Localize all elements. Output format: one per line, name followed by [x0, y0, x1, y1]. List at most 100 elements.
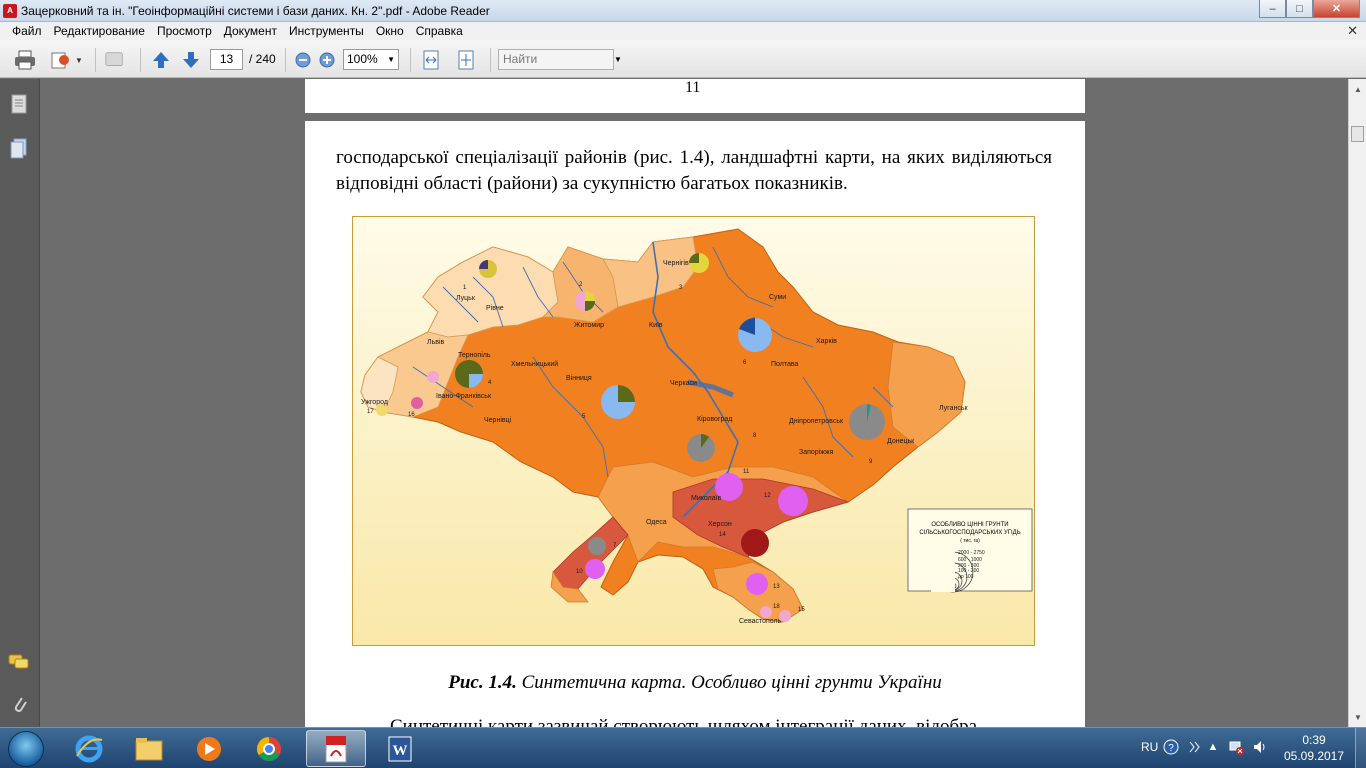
- menu-view[interactable]: Просмотр: [151, 24, 218, 38]
- body-paragraph: господарської спеціалізації районів (рис…: [336, 147, 1052, 194]
- figure-caption: Рис. 1.4. Синтетична карта. Особливо цін…: [305, 672, 1085, 694]
- volume-icon[interactable]: [1252, 739, 1268, 755]
- scroll-down-icon[interactable]: ▼: [1352, 711, 1364, 723]
- close-document-button[interactable]: ✕: [1347, 23, 1358, 39]
- ukraine-map: Луцьк Рівне Житомир Київ Чернігів Суми Х…: [360, 228, 1033, 625]
- city-label: Херсон: [708, 521, 732, 528]
- share-icon[interactable]: [50, 49, 72, 71]
- zoom-in-icon[interactable]: [316, 49, 338, 71]
- print-icon[interactable]: [14, 49, 36, 71]
- scroll-up-icon[interactable]: ▲: [1352, 83, 1364, 95]
- maximize-button[interactable]: □: [1286, 0, 1313, 18]
- internet-explorer-icon[interactable]: [62, 730, 116, 767]
- city-label: Рівне: [486, 304, 504, 312]
- previous-page: 11: [305, 79, 1085, 113]
- city-label: Луганськ: [939, 405, 968, 412]
- next-paragraph: Синтетичні карти зазвичай створюють шлях…: [390, 716, 978, 727]
- window-title: Зацерковний та ін. "Геоінформаційні сист…: [21, 3, 490, 18]
- legend-unit: ( тис. га): [960, 538, 980, 544]
- explorer-icon[interactable]: [122, 730, 176, 767]
- comment-tool-icon[interactable]: [104, 49, 126, 71]
- chrome-icon[interactable]: [242, 730, 296, 767]
- title-bar: A Зацерковний та ін. "Геоінформаційні си…: [0, 0, 1366, 22]
- system-clock[interactable]: 0:39 05.09.2017: [1283, 732, 1345, 764]
- city-label: Чернігів: [663, 259, 689, 267]
- paperclip-icon[interactable]: [8, 693, 30, 715]
- city-label: Суми: [769, 294, 786, 301]
- city-label: Київ: [649, 322, 663, 329]
- menu-tools[interactable]: Инструменты: [283, 24, 370, 38]
- city-label: Одеса: [646, 519, 667, 526]
- chevron-down-icon[interactable]: ▼: [74, 49, 84, 71]
- city-label: Харків: [816, 337, 837, 345]
- city-label: Севастополь: [739, 618, 782, 625]
- start-button[interactable]: [8, 731, 44, 767]
- toolbar-separator: [140, 48, 141, 72]
- city-label: Черкаси: [670, 380, 697, 387]
- media-player-icon[interactable]: [182, 730, 236, 767]
- menu-edit[interactable]: Редактирование: [48, 24, 151, 38]
- navigation-pane: [0, 79, 40, 727]
- adobe-reader-taskbar-icon[interactable]: [306, 730, 366, 767]
- region-number: 12: [764, 493, 771, 499]
- region-number: 14: [719, 532, 726, 538]
- menu-bar: Файл Редактирование Просмотр Документ Ин…: [0, 22, 1366, 40]
- language-indicator[interactable]: RU: [1141, 740, 1158, 754]
- zoom-value: 100%: [347, 52, 378, 66]
- zoom-out-icon[interactable]: [292, 49, 314, 71]
- close-button[interactable]: ✕: [1313, 0, 1360, 18]
- region-number: 15: [798, 607, 805, 613]
- network-icon[interactable]: [1228, 739, 1244, 755]
- vertical-scrollbar[interactable]: ▲ ▼: [1348, 79, 1366, 727]
- city-label: Тернопіль: [458, 351, 491, 359]
- scroll-thumb[interactable]: [1351, 126, 1364, 142]
- toolbar-separator: [490, 48, 491, 72]
- zoom-select[interactable]: 100% ▼: [343, 49, 399, 70]
- region-number: 18: [773, 604, 780, 610]
- svg-text:?: ?: [1168, 743, 1174, 754]
- region-number: 10: [576, 569, 583, 575]
- attachments-panel-icon[interactable]: [8, 137, 30, 159]
- keyboard-icon[interactable]: [1186, 739, 1202, 755]
- city-label: Луцьк: [456, 295, 476, 302]
- menu-window[interactable]: Окно: [370, 24, 410, 38]
- fit-page-icon[interactable]: [455, 49, 477, 71]
- city-label: Миколаїв: [691, 495, 722, 502]
- map-legend: ОСОБЛИВО ЦІННІ ГРУНТИ СІЛЬСЬКОГОСПОДАРСЬ…: [907, 508, 1033, 593]
- page-number-input[interactable]: 13: [210, 49, 243, 70]
- clock-time: 0:39: [1302, 733, 1326, 747]
- menu-file[interactable]: Файл: [6, 24, 48, 38]
- pdf-page: господарської спеціалізації районів (рис…: [305, 121, 1085, 727]
- city-label: Львів: [427, 338, 445, 346]
- legend-class: 2000 - 2750: [958, 550, 985, 556]
- next-page-icon[interactable]: [180, 49, 202, 71]
- city-label: Хмельницький: [511, 360, 558, 368]
- city-label: Ужгород: [361, 399, 388, 406]
- fit-width-icon[interactable]: [420, 49, 442, 71]
- city-label: Івано-Франківськ: [436, 392, 492, 400]
- region-number: 17: [367, 409, 374, 415]
- city-label: Запоріжжя: [799, 448, 834, 456]
- city-label: Донецьк: [887, 438, 915, 445]
- page-number: 11: [685, 79, 701, 96]
- show-desktop-button[interactable]: [1355, 728, 1366, 768]
- legend-title: ОСОБЛИВО ЦІННІ ГРУНТИ: [931, 522, 1008, 528]
- chevron-down-icon[interactable]: ▼: [612, 49, 624, 70]
- toolbar-separator: [410, 48, 411, 72]
- region-number: 11: [743, 469, 750, 475]
- menu-help[interactable]: Справка: [410, 24, 469, 38]
- taskbar: W RU ? ▲ 0:39 05.09.2017: [0, 727, 1366, 768]
- previous-page-icon[interactable]: [150, 49, 172, 71]
- menu-document[interactable]: Документ: [218, 24, 283, 38]
- find-input[interactable]: Найти: [498, 49, 614, 70]
- document-view[interactable]: 11 господарської спеціалізації районів (…: [41, 79, 1348, 727]
- page-total: / 240: [249, 52, 276, 66]
- pages-icon[interactable]: [8, 93, 30, 115]
- minimize-button[interactable]: –: [1259, 0, 1286, 18]
- city-label: Кіровоград: [697, 415, 732, 423]
- word-icon[interactable]: W: [370, 730, 430, 767]
- help-icon[interactable]: ?: [1163, 739, 1179, 755]
- comments-icon[interactable]: [8, 651, 30, 673]
- show-hidden-icons-icon[interactable]: ▲: [1205, 739, 1221, 755]
- clock-date: 05.09.2017: [1283, 749, 1345, 763]
